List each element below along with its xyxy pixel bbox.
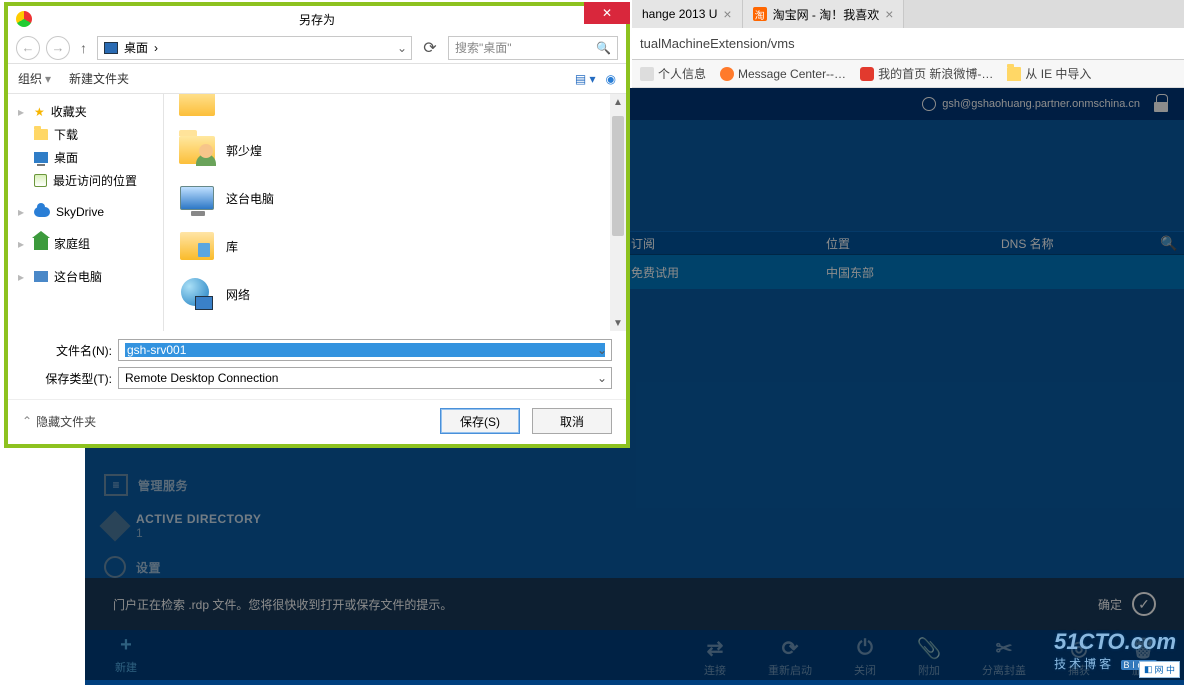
dialog-toolbar: 组织 ▾ 新建文件夹 ▤ ▾ ◉ [8, 64, 626, 94]
tree-thispc[interactable]: ▸这台电脑 [8, 265, 163, 288]
bookmarks-bar: 个人信息 Message Center--… 我的首页 新浪微博-… 从 IE … [632, 60, 1184, 88]
favicon-taobao: 淘 [753, 7, 767, 21]
browser-tab-1[interactable]: hange 2013 U × [632, 0, 743, 28]
pc-icon [180, 186, 214, 210]
up-button[interactable]: ↑ [76, 40, 91, 56]
cloud-icon [34, 207, 50, 217]
path-segment: 桌面 [124, 39, 148, 56]
tree-downloads[interactable]: 下载 [8, 123, 163, 146]
scroll-down-icon[interactable]: ▼ [610, 315, 626, 331]
tree-recent[interactable]: 最近访问的位置 [8, 169, 163, 192]
save-button[interactable]: 保存(S) [440, 408, 520, 434]
recent-icon [34, 174, 47, 187]
star-icon: ★ [34, 105, 45, 119]
save-as-dialog: 另存为 ✕ ← → ↑ 桌面 › ⌄ ⟳ 搜索"桌面" 🔍 组织 ▾ 新建文件夹 [4, 2, 630, 448]
bookmark-ie-import[interactable]: 从 IE 中导入 [1007, 65, 1091, 82]
new-folder-button[interactable]: 新建文件夹 [69, 70, 129, 87]
filetype-label: 保存类型(T): [22, 370, 112, 387]
bookmark-weibo[interactable]: 我的首页 新浪微博-… [860, 65, 993, 82]
folder-icon [1007, 67, 1021, 81]
organize-button[interactable]: 组织 ▾ [18, 70, 51, 87]
breadcrumb-path[interactable]: 桌面 › ⌄ [97, 36, 412, 60]
address-bar-fragment[interactable]: tualMachineExtension/vms [632, 28, 1184, 60]
help-button[interactable]: ◉ [606, 72, 616, 86]
chevron-down-icon[interactable]: ⌄ [397, 41, 407, 55]
msg-icon [720, 67, 734, 81]
tab-label: hange 2013 U [642, 7, 717, 21]
network-icon [181, 278, 213, 310]
browser-tab-2[interactable]: 淘 淘宝网 - 淘！我喜欢 × [743, 0, 905, 28]
dialog-titlebar: 另存为 ✕ [8, 6, 626, 32]
item-label: 这台电脑 [226, 190, 274, 207]
folder-icon [34, 129, 48, 140]
tree-desktop[interactable]: 桌面 [8, 146, 163, 169]
tab-label: 淘宝网 - 淘！我喜欢 [773, 6, 880, 23]
list-item-libraries[interactable]: 库 [174, 222, 616, 270]
desktop-icon [34, 152, 48, 163]
filetype-select[interactable]: Remote Desktop Connection ⌄ [118, 367, 612, 389]
folder-tree: ▸★收藏夹 下载 桌面 最近访问的位置 ▸SkyDrive ▸家庭组 ▸这台电脑 [8, 94, 164, 331]
user-folder-icon [179, 136, 215, 164]
page-icon [640, 67, 654, 81]
chevron-down-icon[interactable]: ⌄ [597, 371, 607, 385]
bookmark-message-center[interactable]: Message Center--… [720, 67, 846, 81]
hide-folders-toggle[interactable]: ⌃ 隐藏文件夹 [22, 413, 96, 430]
filename-value: gsh-srv001 [125, 343, 605, 357]
path-sep: › [154, 41, 158, 55]
chrome-icon [16, 11, 32, 27]
list-item-thispc[interactable]: 这台电脑 [174, 174, 616, 222]
dialog-footer: ⌃ 隐藏文件夹 保存(S) 取消 [8, 399, 626, 444]
corner-badge: ◧网 中 [1139, 661, 1180, 678]
home-icon [34, 237, 48, 250]
tab-close-icon[interactable]: × [723, 6, 731, 22]
dialog-fields: 文件名(N): gsh-srv001 ⌄ 保存类型(T): Remote Des… [8, 331, 626, 399]
view-options-button[interactable]: ▤ ▾ [575, 72, 596, 86]
file-list-pane: 郭少煌 这台电脑 库 网络 ▲ [164, 94, 626, 331]
back-button[interactable]: ← [16, 36, 40, 60]
dialog-title: 另存为 [299, 11, 335, 28]
scroll-thumb[interactable] [612, 116, 624, 236]
desktop-icon [104, 42, 118, 54]
cancel-button[interactable]: 取消 [532, 408, 612, 434]
collapse-icon: ⌃ [22, 414, 32, 428]
refresh-button[interactable]: ⟳ [418, 36, 442, 60]
scrollbar[interactable]: ▲ ▼ [610, 94, 626, 331]
tree-skydrive[interactable]: ▸SkyDrive [8, 202, 163, 222]
libraries-icon [180, 232, 214, 260]
weibo-icon [860, 67, 874, 81]
close-button[interactable]: ✕ [584, 2, 630, 24]
browser-tab-strip: hange 2013 U × 淘 淘宝网 - 淘！我喜欢 × [632, 0, 1184, 28]
search-placeholder: 搜索"桌面" [455, 39, 512, 56]
pc-icon [34, 271, 48, 282]
search-input[interactable]: 搜索"桌面" 🔍 [448, 36, 618, 60]
scroll-up-icon[interactable]: ▲ [610, 94, 626, 110]
chevron-down-icon[interactable]: ⌄ [597, 343, 607, 357]
list-item[interactable] [174, 94, 616, 126]
folder-icon [179, 94, 215, 116]
tree-homegroup[interactable]: ▸家庭组 [8, 232, 163, 255]
list-item-network[interactable]: 网络 [174, 270, 616, 318]
search-icon: 🔍 [596, 41, 611, 55]
tab-close-icon[interactable]: × [885, 6, 893, 22]
item-label: 库 [226, 238, 238, 255]
forward-button[interactable]: → [46, 36, 70, 60]
item-label: 网络 [226, 286, 250, 303]
dialog-nav-row: ← → ↑ 桌面 › ⌄ ⟳ 搜索"桌面" 🔍 [8, 32, 626, 64]
filetype-value: Remote Desktop Connection [125, 371, 605, 385]
tree-favorites[interactable]: ▸★收藏夹 [8, 100, 163, 123]
bookmark-personal[interactable]: 个人信息 [640, 65, 706, 82]
list-item-user[interactable]: 郭少煌 [174, 126, 616, 174]
item-label: 郭少煌 [226, 142, 262, 159]
filename-input[interactable]: gsh-srv001 ⌄ [118, 339, 612, 361]
address-text: tualMachineExtension/vms [640, 36, 795, 51]
filename-label: 文件名(N): [22, 342, 112, 359]
